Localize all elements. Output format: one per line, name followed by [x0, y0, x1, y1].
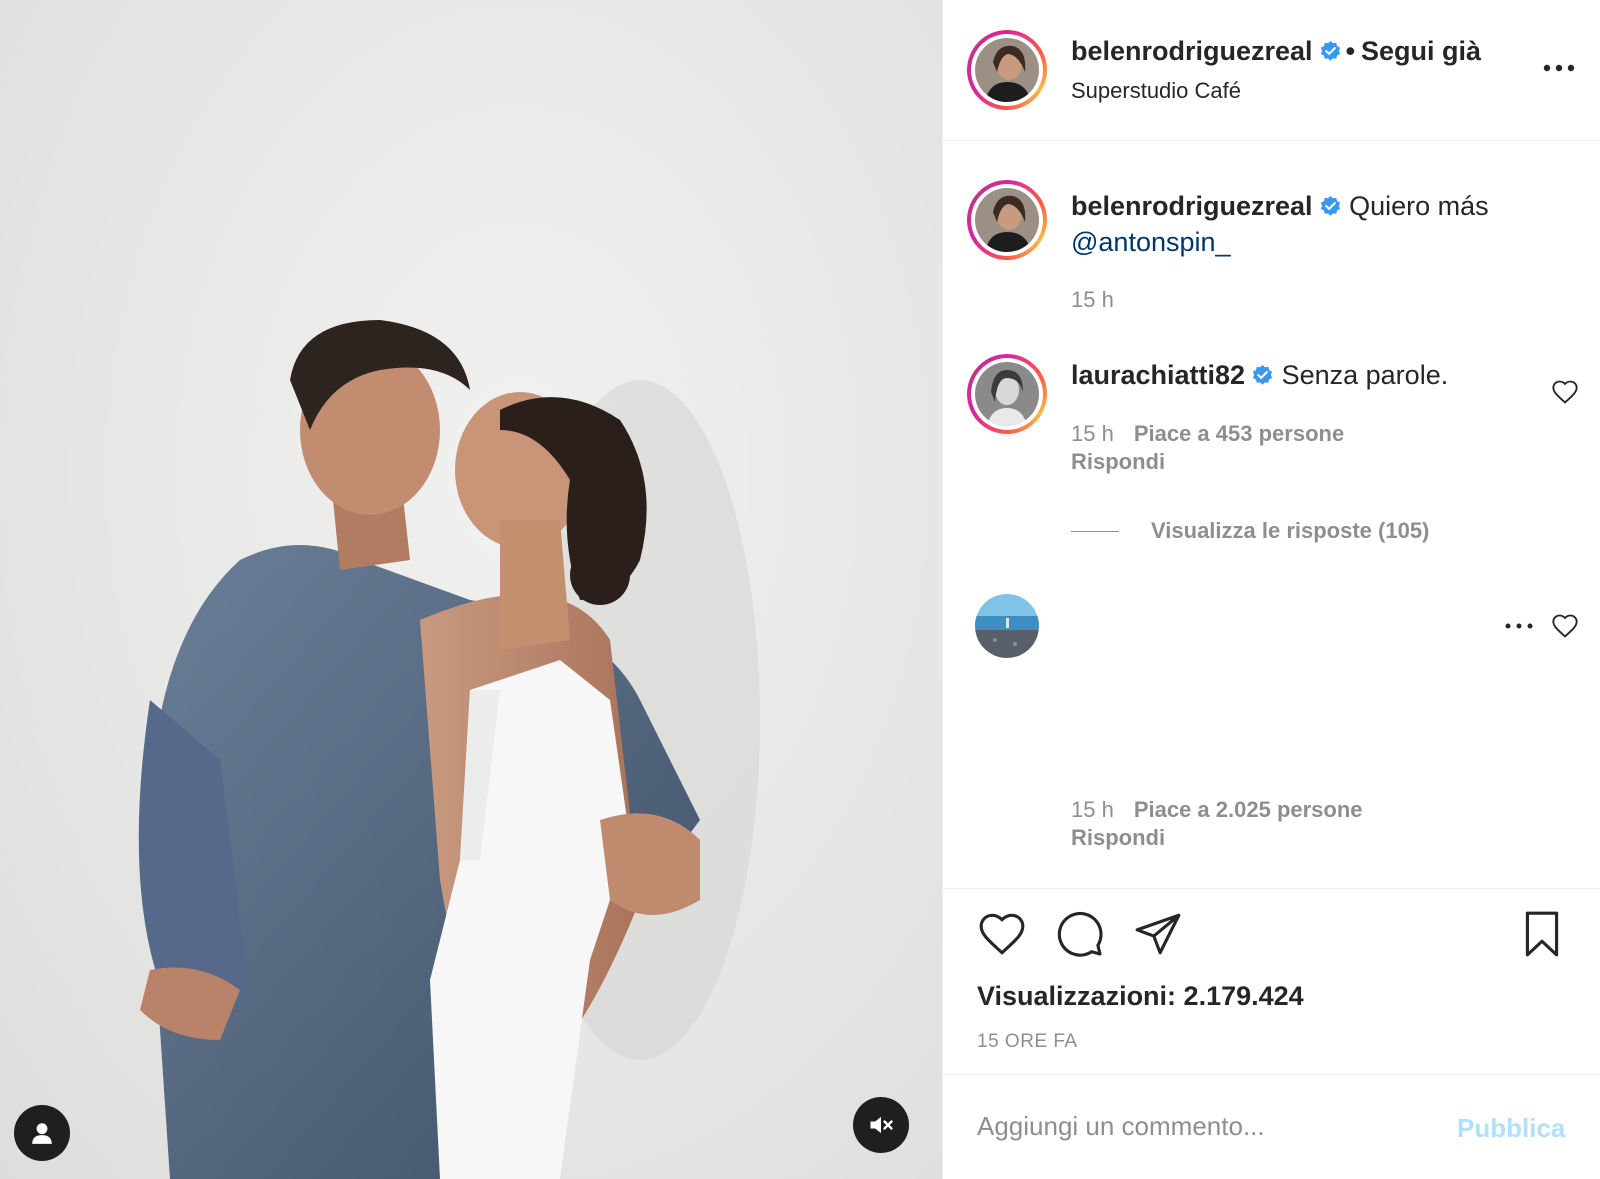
- post-media[interactable]: [0, 0, 942, 1179]
- comment-likes-count[interactable]: Piace a 453 persone: [1134, 421, 1344, 446]
- verified-badge-icon: [1320, 195, 1340, 216]
- user-icon: [32, 1123, 52, 1144]
- caption-avatar-image: [975, 188, 1039, 252]
- publish-button[interactable]: Pubblica: [1457, 1113, 1565, 1144]
- comment-composer: Pubblica: [943, 1074, 1600, 1179]
- verified-badge-icon: [1320, 40, 1340, 61]
- caption-meta: 15 h: [1071, 286, 1114, 314]
- comment-avatar-image: [975, 362, 1039, 426]
- post-actions: Visualizzazioni: 2.179.424 15 ORE FA: [943, 888, 1600, 1074]
- view-replies-divider: [1071, 530, 1119, 532]
- comment-avatar[interactable]: [967, 354, 1047, 434]
- author-username[interactable]: belenrodriguezreal: [1071, 36, 1313, 66]
- author-avatar[interactable]: [967, 30, 1047, 110]
- comment-timestamp: 15 h: [1071, 421, 1114, 446]
- comment-body: laurachiatti82 Senza parole.: [1071, 360, 1448, 391]
- comment-2-likes-count[interactable]: Piace a 2.025 persone: [1134, 797, 1363, 822]
- caption-username[interactable]: belenrodriguezreal: [1071, 191, 1313, 221]
- comment-input[interactable]: [977, 1101, 1437, 1151]
- speaker-muted-icon: [870, 1116, 893, 1134]
- comment-2-avatar[interactable]: [975, 594, 1039, 658]
- post-time-ago: 15 ORE FA: [977, 1031, 1078, 1052]
- comment-2-like-heart-icon[interactable]: [1551, 612, 1579, 640]
- caption-author-avatar[interactable]: [967, 180, 1047, 260]
- comment-2-timestamp: 15 h: [1071, 797, 1114, 822]
- comment-2-avatar-image: [975, 594, 1039, 658]
- tagged-users-button[interactable]: [14, 1105, 70, 1161]
- post-caption: belenrodriguezreal Quiero más @antonspin…: [1071, 188, 1571, 260]
- comment-bubble-icon[interactable]: [1055, 909, 1105, 959]
- comment-options-icon[interactable]: [1503, 620, 1535, 632]
- verified-badge-icon: [1252, 364, 1273, 385]
- comment-username[interactable]: laurachiatti82: [1071, 360, 1245, 390]
- author-avatar-image: [975, 38, 1039, 102]
- more-horizontal-icon[interactable]: [1541, 58, 1577, 78]
- comment-reply-button[interactable]: Rispondi: [1071, 448, 1344, 476]
- follow-status-button[interactable]: Segui già: [1361, 36, 1481, 66]
- comment-meta: 15 h Piace a 453 persone Rispondi: [1071, 420, 1344, 476]
- header-line: belenrodriguezreal • Segui già: [1071, 36, 1481, 67]
- comment-text: Senza parole.: [1281, 360, 1449, 390]
- heart-icon[interactable]: [977, 909, 1027, 959]
- post-header: belenrodriguezreal • Segui già Superstudio…: [943, 0, 1600, 141]
- caption-timestamp[interactable]: 15 h: [1071, 287, 1114, 312]
- mute-toggle-button[interactable]: [853, 1097, 909, 1153]
- view-count[interactable]: Visualizzazioni: 2.179.424: [977, 981, 1304, 1012]
- view-replies-button[interactable]: Visualizza le risposte (105): [1071, 518, 1429, 544]
- bookmark-icon[interactable]: [1517, 909, 1567, 959]
- paper-plane-icon[interactable]: [1133, 909, 1183, 959]
- comment-2-meta: 15 h Piace a 2.025 persone Rispondi: [1071, 796, 1363, 852]
- view-replies-label: Visualizza le risposte (105): [1151, 518, 1430, 543]
- comment-like-heart-icon[interactable]: [1551, 378, 1579, 406]
- post-side-panel: belenrodriguezreal • Segui già Superstudio…: [942, 0, 1600, 1179]
- header-separator: •: [1345, 36, 1356, 66]
- post-video-frame: [138, 320, 760, 1179]
- comment-2-reply-button[interactable]: Rispondi: [1071, 824, 1363, 852]
- post-location[interactable]: Superstudio Café: [1071, 78, 1241, 104]
- caption-mention-link[interactable]: @antonspin_: [1071, 227, 1231, 257]
- caption-text: Quiero más: [1349, 191, 1489, 221]
